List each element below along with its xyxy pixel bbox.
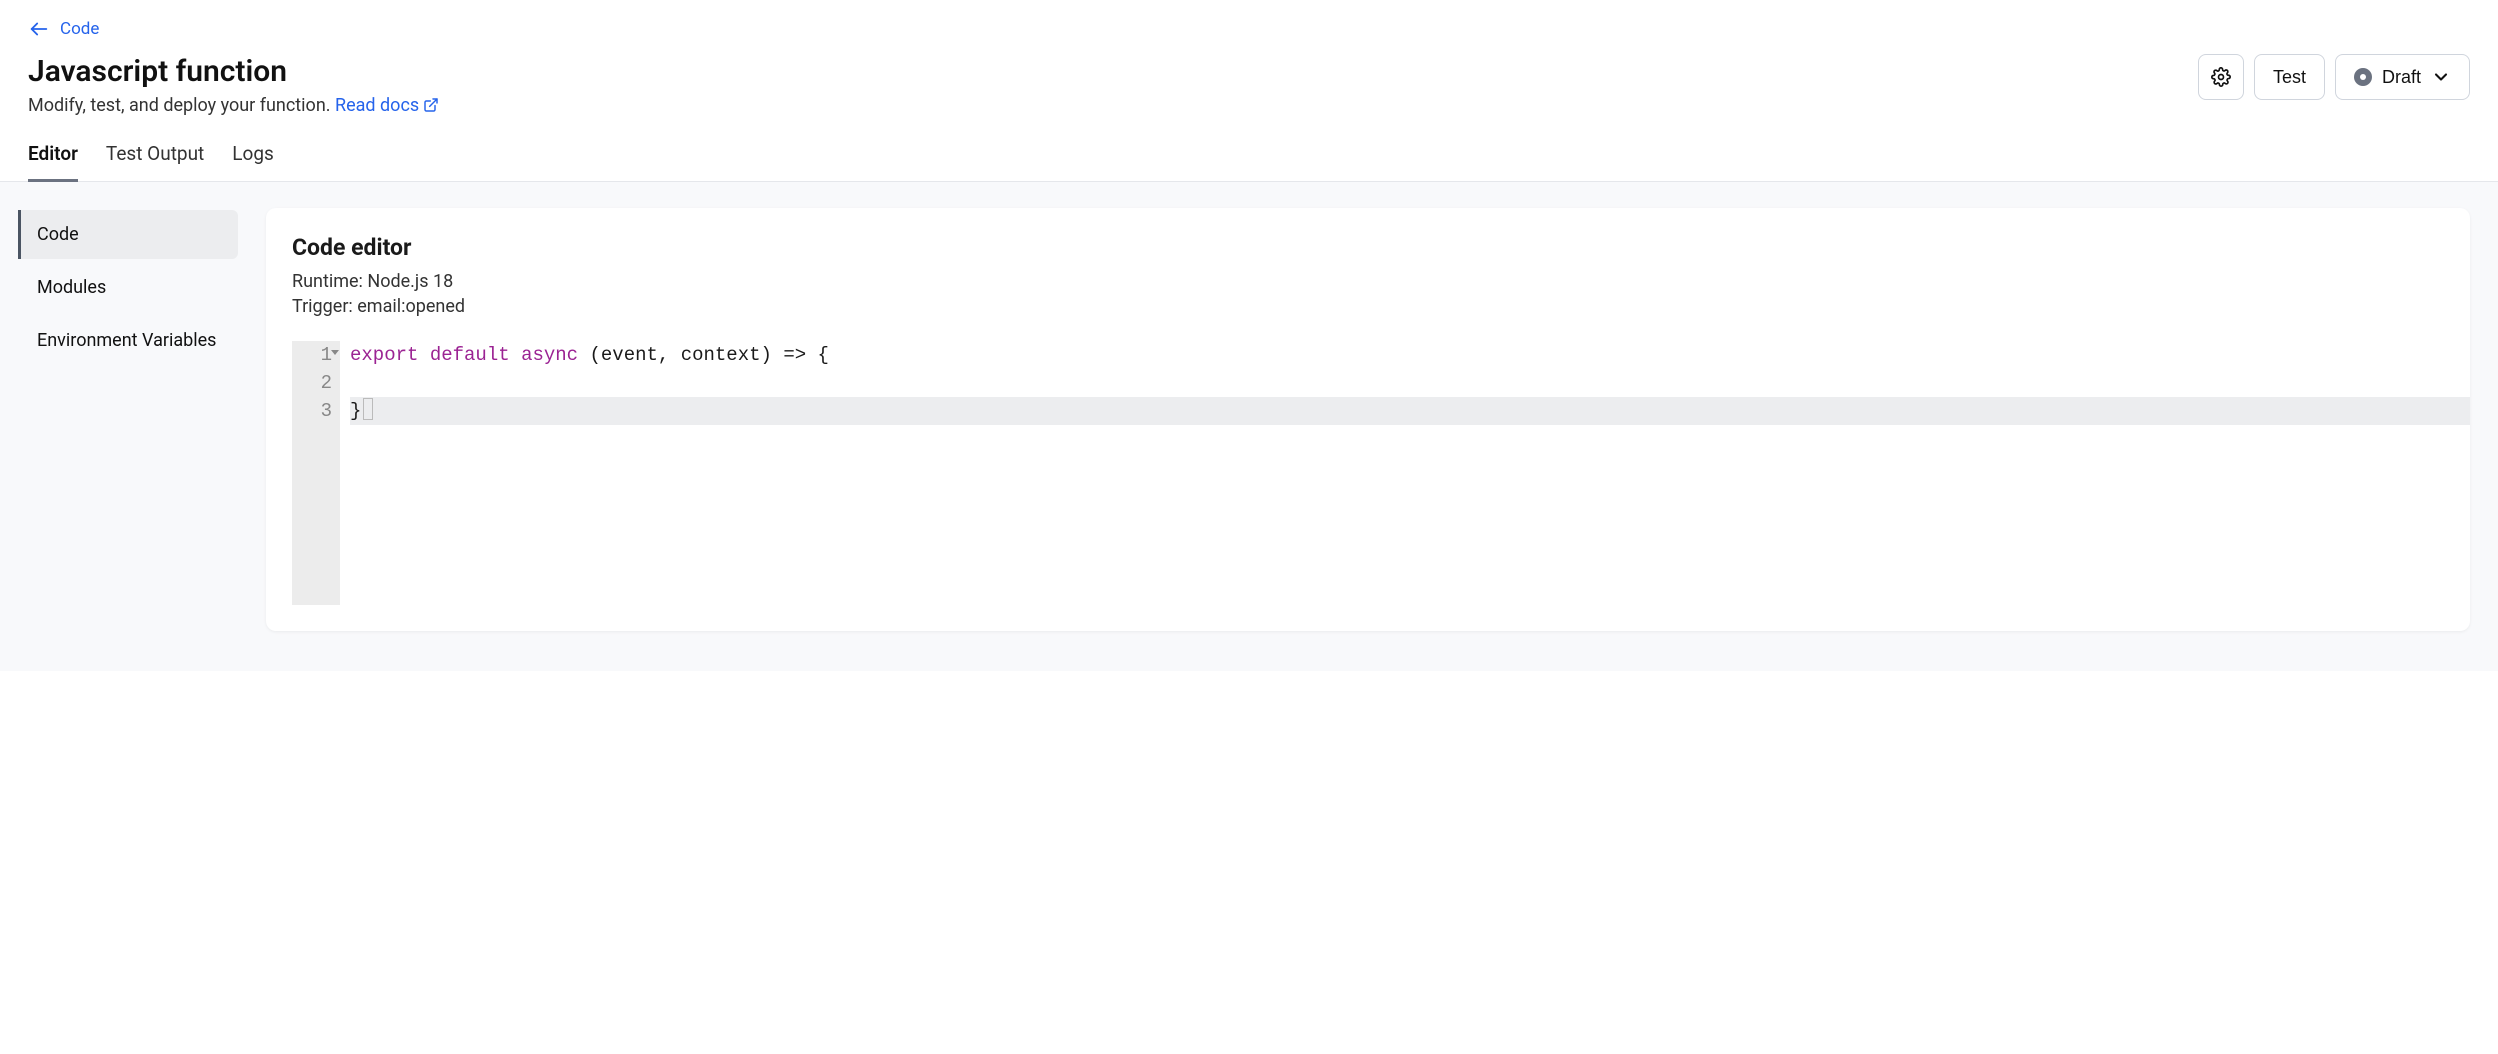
page-title: Javascript function xyxy=(28,54,439,89)
runtime-info: Runtime: Node.js 18 xyxy=(292,271,2470,292)
code-line xyxy=(350,369,2470,397)
trigger-info: Trigger: email:opened xyxy=(292,296,2470,317)
gear-icon xyxy=(2211,67,2231,87)
sidebar-item-code[interactable]: Code xyxy=(18,210,238,259)
editor-sidebar: Code Modules Environment Variables xyxy=(18,208,238,365)
text-cursor-icon xyxy=(363,398,373,420)
tab-test-output[interactable]: Test Output xyxy=(106,142,204,182)
tab-logs[interactable]: Logs xyxy=(232,142,274,182)
line-number: 3 xyxy=(302,397,332,425)
sidebar-item-modules[interactable]: Modules xyxy=(18,263,238,312)
line-number: 1 xyxy=(302,341,332,369)
breadcrumb-label: Code xyxy=(60,19,99,39)
fold-marker-icon[interactable] xyxy=(331,350,339,355)
test-button-label: Test xyxy=(2273,67,2306,88)
sidebar-item-env-vars[interactable]: Environment Variables xyxy=(18,316,238,365)
line-number: 2 xyxy=(302,369,332,397)
code-line: export default async (event, context) =>… xyxy=(350,341,2470,369)
arrow-left-icon xyxy=(28,18,50,40)
read-docs-link[interactable]: Read docs xyxy=(335,95,439,116)
status-dot-icon xyxy=(2354,68,2372,86)
line-number-gutter: 1 2 3 xyxy=(292,341,340,605)
read-docs-label: Read docs xyxy=(335,95,419,116)
external-link-icon xyxy=(423,97,439,118)
chevron-down-icon xyxy=(2431,67,2451,87)
status-dropdown[interactable]: Draft xyxy=(2335,54,2470,100)
code-editor-panel: Code editor Runtime: Node.js 18 Trigger:… xyxy=(266,208,2470,631)
editor-heading: Code editor xyxy=(292,234,2470,261)
subtitle-prefix: Modify, test, and deploy your function. xyxy=(28,95,335,116)
code-content[interactable]: export default async (event, context) =>… xyxy=(340,341,2470,605)
breadcrumb-back[interactable]: Code xyxy=(28,18,2470,40)
page-subtitle: Modify, test, and deploy your function. … xyxy=(28,95,439,118)
test-button[interactable]: Test xyxy=(2254,54,2325,100)
status-label: Draft xyxy=(2382,67,2421,88)
main-tabs: Editor Test Output Logs xyxy=(0,142,2498,182)
code-line: } xyxy=(350,397,2470,425)
settings-button[interactable] xyxy=(2198,54,2244,100)
code-editor[interactable]: 1 2 3 export default async (event, conte… xyxy=(292,341,2470,605)
tab-editor[interactable]: Editor xyxy=(28,142,78,182)
